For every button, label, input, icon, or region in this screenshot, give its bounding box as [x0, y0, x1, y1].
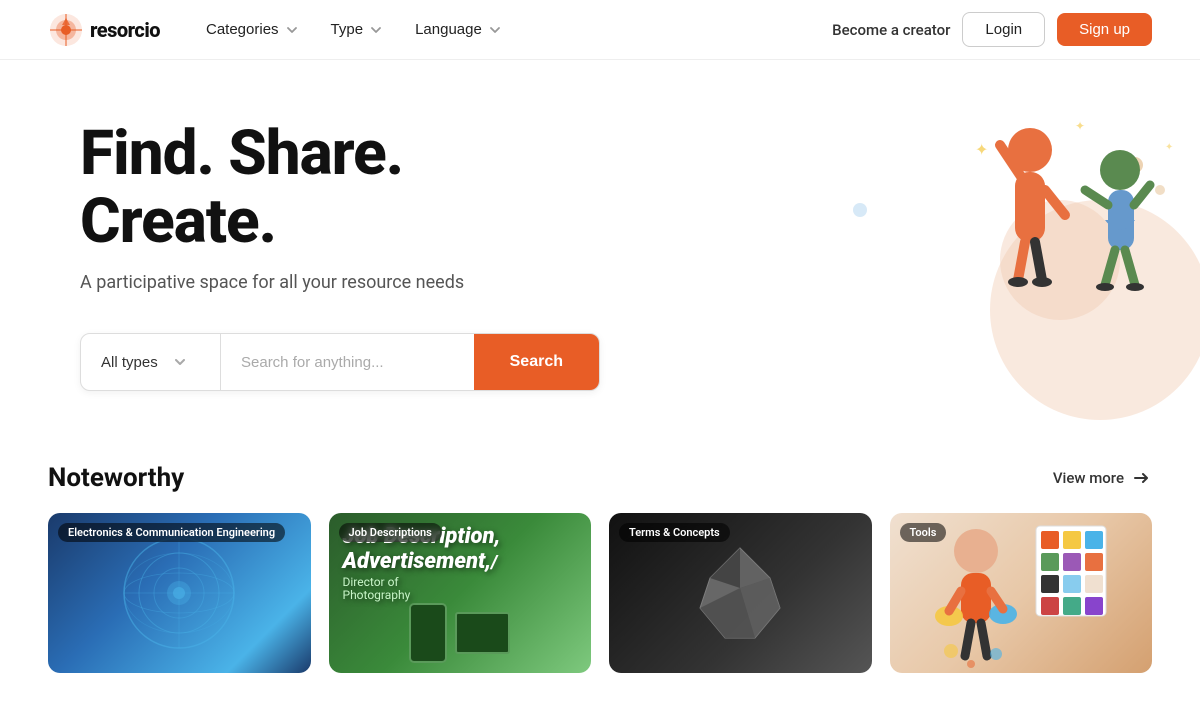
noteworthy-header: Noteworthy View more — [48, 463, 1152, 493]
chevron-down-icon — [285, 23, 299, 37]
nav-categories-label: Categories — [206, 21, 279, 38]
search-type-label: All types — [101, 354, 158, 371]
card-4-tag: Tools — [900, 523, 947, 542]
hero-illustration: ✦ ✦ ✦ — [780, 60, 1200, 420]
search-type-dropdown[interactable]: All types — [81, 334, 221, 390]
tablet-icon-shape — [455, 612, 510, 654]
nav-language-label: Language — [415, 21, 482, 38]
view-more-label: View more — [1053, 469, 1124, 487]
svg-text:✦: ✦ — [1075, 119, 1085, 133]
nav-language-button[interactable]: Language — [401, 13, 516, 46]
svg-text:✦: ✦ — [975, 140, 988, 159]
noteworthy-card-2[interactable]: Job Description, Advertisement,/ Directo… — [329, 513, 592, 673]
nav-links: Categories Type Language — [192, 13, 832, 46]
phone-icon-shape — [409, 603, 447, 663]
search-bar: All types Search — [80, 333, 600, 391]
svg-text:✦: ✦ — [1165, 142, 1173, 153]
card-1-tag: Electronics & Communication Engineering — [58, 523, 285, 542]
card-2-devices — [409, 603, 510, 663]
nav-type-label: Type — [331, 21, 364, 38]
noteworthy-title: Noteworthy — [48, 463, 184, 493]
card-2-tag: Job Descriptions — [339, 523, 442, 542]
chevron-down-icon — [369, 23, 383, 37]
nav-type-button[interactable]: Type — [317, 13, 398, 46]
search-input[interactable] — [221, 334, 474, 390]
noteworthy-card-3[interactable]: Terms & Concepts — [609, 513, 872, 673]
search-submit-button[interactable]: Search — [474, 334, 599, 390]
noteworthy-card-4[interactable]: Tools — [890, 513, 1153, 673]
navbar: resorcio Categories Type Language Become… — [0, 0, 1200, 60]
logo-link[interactable]: resorcio — [48, 12, 160, 48]
chevron-down-icon — [488, 23, 502, 37]
chevron-down-icon — [172, 354, 188, 370]
signup-button[interactable]: Sign up — [1057, 13, 1152, 46]
logo-text: resorcio — [90, 18, 160, 42]
hero-title: Find. Share. Create. — [80, 120, 600, 256]
cards-row: Electronics & Communication Engineering … — [48, 513, 1152, 673]
logo-icon — [48, 12, 84, 48]
hero-section: ✦ ✦ ✦ Find. Share. Create. A participati… — [0, 60, 1200, 431]
login-button[interactable]: Login — [962, 12, 1045, 47]
nav-actions: Become a creator Login Sign up — [832, 12, 1152, 47]
noteworthy-card-1[interactable]: Electronics & Communication Engineering — [48, 513, 311, 673]
view-more-link[interactable]: View more — [1053, 467, 1152, 489]
card-3-tag: Terms & Concepts — [619, 523, 730, 542]
become-creator-link[interactable]: Become a creator — [832, 21, 950, 39]
arrow-right-icon — [1130, 467, 1152, 489]
hero-text: Find. Share. Create. A participative spa… — [80, 120, 600, 391]
nav-categories-button[interactable]: Categories — [192, 13, 313, 46]
noteworthy-section: Noteworthy View more — [0, 431, 1200, 713]
hero-subtitle: A participative space for all your resou… — [80, 272, 600, 293]
